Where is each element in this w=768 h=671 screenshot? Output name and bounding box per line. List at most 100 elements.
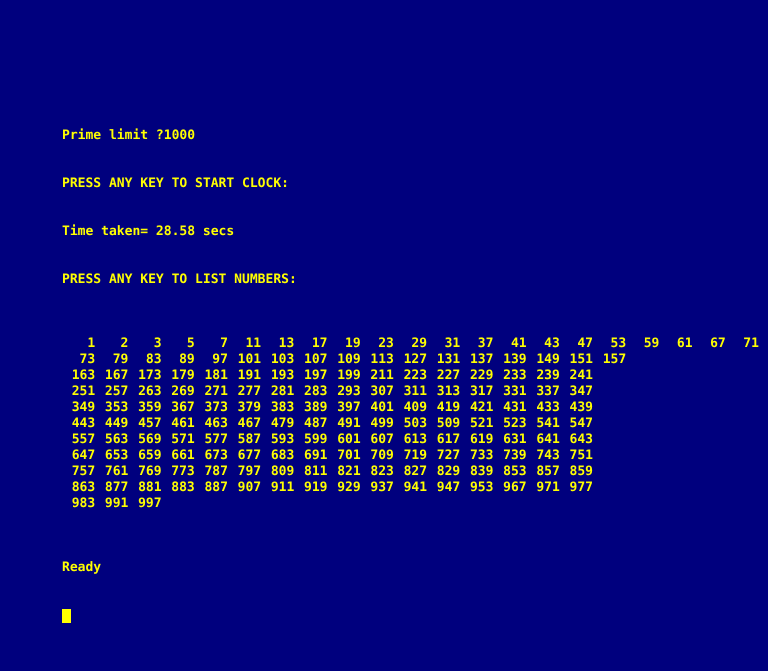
prime-value: 193 (270, 368, 295, 383)
prime-value: 563 (104, 432, 129, 447)
prime-value: 29 (411, 336, 428, 351)
prime-value: 89 (179, 352, 195, 367)
prime-value: 269 (171, 384, 195, 399)
prime-value: 677 (237, 448, 262, 463)
prime-value: 83 (145, 352, 162, 367)
prime-value: 263 (138, 384, 162, 399)
prime-value: 883 (171, 480, 195, 495)
prime-value: 211 (370, 368, 394, 383)
prime-value: 43 (544, 336, 560, 351)
prime-value: 571 (171, 432, 195, 447)
prime-value: 353 (104, 400, 129, 415)
prime-value: 619 (469, 432, 494, 447)
prime-value: 3 (153, 336, 162, 351)
prime-row: 983 991 997 (62, 496, 762, 512)
prime-value: 283 (304, 384, 328, 399)
prime-value: 593 (270, 432, 295, 447)
prime-value: 709 (370, 448, 394, 463)
prime-value: 79 (112, 352, 129, 367)
prime-value: 479 (270, 416, 295, 431)
prime-value: 967 (503, 480, 527, 495)
terminal-screen: Prime limit ?1000 PRESS ANY KEY TO START… (0, 0, 768, 623)
prime-value: 601 (337, 432, 361, 447)
prime-value: 499 (370, 416, 394, 431)
prime-value: 521 (469, 416, 494, 431)
prime-row: 647 653 659 661 673 677 683 691 701 709 719 727 733 7… (62, 448, 762, 464)
prime-value: 149 (536, 352, 560, 367)
prime-value: 461 (171, 416, 195, 431)
prime-value: 307 (370, 384, 394, 399)
prime-value: 857 (536, 464, 560, 479)
prime-value: 223 (403, 368, 428, 383)
prime-value: 757 (71, 464, 96, 479)
prime-value: 953 (469, 480, 494, 495)
prime-value: 379 (237, 400, 262, 415)
prime-value: 251 (71, 384, 96, 399)
prime-value: 613 (403, 432, 428, 447)
prime-value: 809 (270, 464, 295, 479)
prime-value: 991 (104, 496, 129, 511)
prime-value: 547 (569, 416, 593, 431)
prime-value: 503 (403, 416, 428, 431)
prime-value: 887 (204, 480, 228, 495)
prime-value: 359 (138, 400, 162, 415)
prime-value: 673 (204, 448, 228, 463)
prime-value: 59 (643, 336, 660, 351)
prime-value: 173 (138, 368, 162, 383)
prime-value: 977 (569, 480, 593, 495)
prime-value: 331 (503, 384, 527, 399)
prime-row: 73 79 83 89 97 101 103 107 109 113 127 131 137 139 149… (62, 352, 762, 368)
prime-value: 827 (403, 464, 428, 479)
prime-value: 467 (237, 416, 262, 431)
prime-value: 863 (71, 480, 96, 495)
prime-value: 233 (503, 368, 527, 383)
prime-value: 11 (245, 336, 262, 351)
prime-value: 151 (569, 352, 593, 367)
prime-value: 313 (436, 384, 461, 399)
prime-value: 37 (477, 336, 494, 351)
list-numbers-line: PRESS ANY KEY TO LIST NUMBERS: (62, 272, 297, 287)
prime-value: 431 (503, 400, 527, 415)
prime-value: 541 (536, 416, 560, 431)
prime-value: 823 (370, 464, 394, 479)
prime-value: 797 (237, 464, 262, 479)
prime-value: 17 (311, 336, 328, 351)
prime-value: 811 (304, 464, 328, 479)
prime-value: 557 (71, 432, 96, 447)
prime-value: 23 (378, 336, 394, 351)
prime-value: 839 (469, 464, 494, 479)
prime-value: 367 (171, 400, 195, 415)
prime-value: 617 (436, 432, 461, 447)
prime-value: 739 (503, 448, 527, 463)
prime-value: 607 (370, 432, 394, 447)
prime-value: 443 (71, 416, 96, 431)
prime-value: 53 (610, 336, 627, 351)
prime-value: 439 (569, 400, 593, 415)
time-taken-line: Time taken= 28.58 secs (62, 224, 235, 239)
prime-value: 859 (569, 464, 593, 479)
prime-value: 409 (403, 400, 428, 415)
prime-value: 257 (104, 384, 129, 399)
prime-value: 907 (237, 480, 262, 495)
prime-value: 337 (536, 384, 560, 399)
prime-value: 137 (469, 352, 494, 367)
prime-value: 659 (138, 448, 162, 463)
prime-row: 163 167 173 179 181 191 193 197 199 211 223 227 229 2… (62, 368, 762, 384)
prime-value: 163 (71, 368, 96, 383)
block-cursor (62, 609, 71, 623)
prime-row: 757 761 769 773 787 797 809 811 821 823 827 829 839 8… (62, 464, 762, 480)
prime-number-grid: 1 2 3 5 7 11 13 17 19 23 29 31 37 41 43 47 53 59 61 67 71 73 7… (62, 336, 762, 512)
prime-value: 829 (436, 464, 461, 479)
prime-value: 509 (436, 416, 461, 431)
prime-value: 631 (503, 432, 527, 447)
prime-value: 941 (403, 480, 428, 495)
prime-value: 347 (569, 384, 593, 399)
prime-value: 683 (270, 448, 295, 463)
prime-value: 997 (138, 496, 162, 511)
prime-value: 641 (536, 432, 560, 447)
prime-value: 281 (270, 384, 295, 399)
prime-value: 167 (104, 368, 129, 383)
prime-value: 457 (138, 416, 162, 431)
prime-value: 937 (370, 480, 394, 495)
prime-value: 853 (503, 464, 527, 479)
